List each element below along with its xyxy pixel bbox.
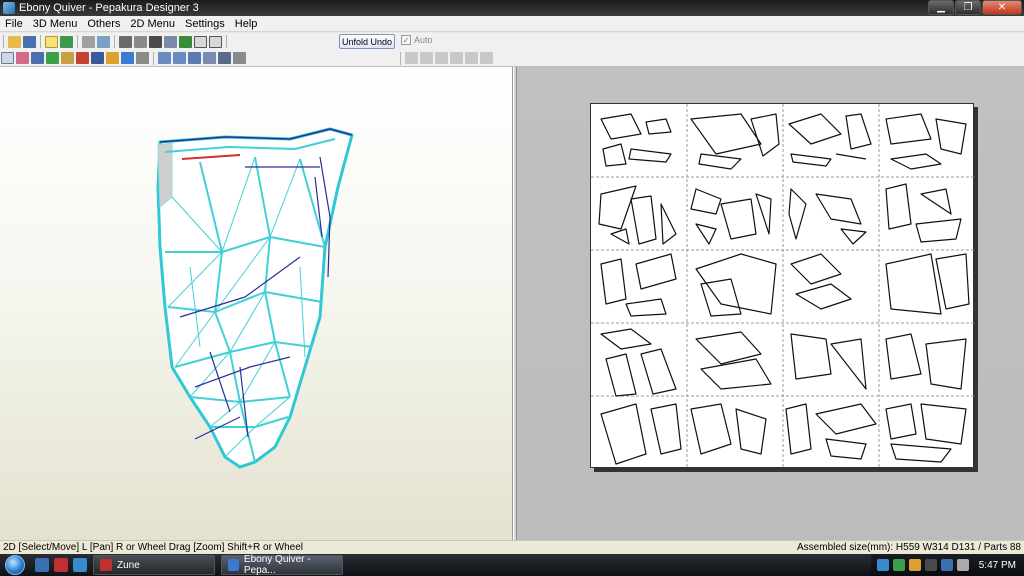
rotate-left-icon[interactable] [465, 52, 478, 64]
start-button[interactable] [0, 554, 30, 576]
menu-help[interactable]: Help [230, 18, 263, 30]
cube-icon[interactable] [60, 35, 73, 48]
windows-orb-icon [5, 555, 25, 575]
drive-icon[interactable] [924, 559, 937, 571]
paint-icon[interactable] [46, 52, 59, 64]
task-pepakura[interactable]: Ebony Quiver - Pepa... [221, 554, 343, 576]
title-bar: Ebony Quiver - Pepakura Designer 3 ▁ ❐ ✕ [0, 0, 1024, 16]
task-zune[interactable]: Zune [93, 555, 215, 575]
pencil-icon[interactable] [119, 35, 132, 48]
align-top-icon[interactable] [435, 52, 448, 64]
pages-icon[interactable] [218, 52, 231, 64]
2d-view-pane[interactable] [517, 67, 1024, 540]
update-icon[interactable] [908, 559, 921, 571]
menu-2d[interactable]: 2D Menu [125, 18, 180, 30]
toolbar-separator [400, 51, 401, 65]
pepakura-app-icon [3, 2, 15, 14]
align-right-icon[interactable] [420, 52, 433, 64]
main-toolbar [0, 33, 1024, 50]
unfolded-parts-layout[interactable] [591, 104, 975, 469]
network-icon[interactable] [876, 559, 889, 571]
arrange-icon[interactable] [158, 52, 171, 64]
align-bottom-icon[interactable] [450, 52, 463, 64]
system-tray: 5:47 PM [870, 554, 1024, 576]
status-bar: 2D [Select/Move] L [Pan] R or Wheel Drag… [0, 540, 1024, 554]
join-icon[interactable] [164, 35, 177, 48]
auto-checkbox[interactable]: ✓ Auto [401, 35, 433, 45]
paper-sheet[interactable] [590, 103, 975, 469]
cut-icon[interactable] [16, 52, 29, 64]
edge-icon[interactable] [134, 35, 147, 48]
checkbox-icon[interactable]: ✓ [401, 35, 411, 45]
menu-settings[interactable]: Settings [180, 18, 230, 30]
monitor-icon[interactable] [940, 559, 953, 571]
secondary-toolbar [0, 50, 1024, 67]
rotate-icon[interactable] [82, 35, 95, 48]
minimize-button[interactable]: ▁ [928, 0, 954, 15]
rotate-right-icon[interactable] [480, 52, 493, 64]
select-arrow-icon[interactable] [1, 52, 14, 64]
anchor-icon[interactable] [149, 35, 162, 48]
image-icon[interactable] [31, 52, 44, 64]
assembled-size: Assembled size(mm): H559 W314 D131 / Par… [797, 542, 1021, 553]
tab-icon[interactable] [106, 52, 119, 64]
toolbar-separator [3, 35, 4, 48]
align-left-icon[interactable] [405, 52, 418, 64]
menu-file[interactable]: File [0, 18, 28, 30]
auto-label: Auto [414, 35, 433, 45]
window-title: Ebony Quiver - Pepakura Designer 3 [19, 2, 199, 14]
pepakura-icon [228, 559, 239, 571]
3d-view-pane[interactable] [0, 67, 513, 540]
security-icon[interactable] [892, 559, 905, 571]
volume-icon[interactable] [956, 559, 969, 571]
taskbar: Zune Ebony Quiver - Pepa... 5:47 PM [0, 554, 1024, 576]
rotate-part-icon[interactable] [121, 52, 134, 64]
select-icon[interactable] [179, 35, 192, 48]
save-icon[interactable] [23, 35, 36, 48]
window-split-icon[interactable] [209, 35, 222, 48]
zune-icon [100, 559, 112, 571]
close-button[interactable]: ✕ [982, 0, 1022, 15]
menu-others[interactable]: Others [82, 18, 125, 30]
window-controls: ▁ ❐ ✕ [927, 0, 1022, 15]
task-pepakura-label: Ebony Quiver - Pepa... [243, 554, 311, 576]
task-zune-label: Zune [117, 559, 140, 571]
toolbar-separator [40, 35, 41, 48]
window-single-icon[interactable] [194, 35, 207, 48]
status-hint: 2D [Select/Move] L [Pan] R or Wheel Drag… [3, 542, 304, 553]
align-icon[interactable] [188, 52, 201, 64]
internet-explorer-icon[interactable] [73, 558, 87, 572]
flip-icon[interactable] [97, 35, 110, 48]
grid-icon[interactable] [173, 52, 186, 64]
flap-icon[interactable] [91, 52, 104, 64]
toolbar-separator [77, 35, 78, 48]
clock[interactable]: 5:47 PM [979, 560, 1016, 571]
menu-3d[interactable]: 3D Menu [28, 18, 83, 30]
toolbar-separator [153, 51, 154, 65]
3d-quiver-model[interactable] [0, 67, 513, 540]
restore-button[interactable]: ❐ [955, 0, 981, 15]
menu-bar: File 3D Menu Others 2D Menu Settings Hel… [0, 16, 1024, 32]
print-icon[interactable] [233, 52, 246, 64]
layout-icon[interactable] [61, 52, 74, 64]
color-icon[interactable] [76, 52, 89, 64]
toolbar-separator [114, 35, 115, 48]
open-folder-icon[interactable] [8, 35, 21, 48]
texture-bulb-icon[interactable] [45, 35, 58, 48]
show-desktop-icon[interactable] [35, 558, 49, 572]
pepakura-quicklaunch-icon[interactable] [54, 558, 68, 572]
unfold-undo-button[interactable]: Unfold Undo [339, 34, 395, 49]
toolbar-separator [226, 35, 227, 48]
chart-icon[interactable] [203, 52, 216, 64]
reverse-icon[interactable] [136, 52, 149, 64]
